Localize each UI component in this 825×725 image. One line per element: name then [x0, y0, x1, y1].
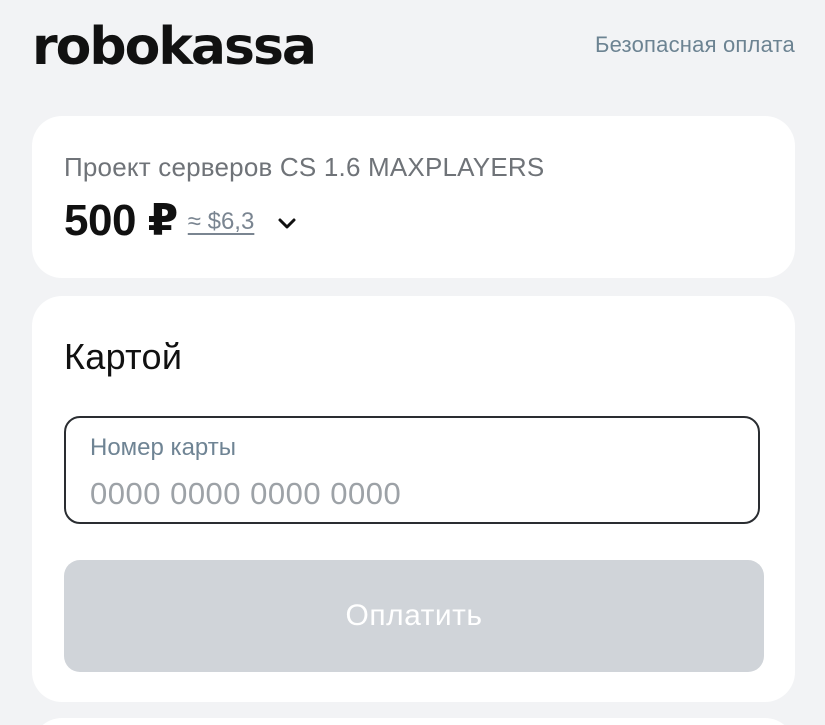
card-number-label: Номер карты [90, 434, 236, 461]
chevron-down-icon[interactable] [276, 212, 298, 234]
payment-page: robokassa Безопасная оплата Проект серве… [0, 0, 825, 725]
payment-method-card: Картой Номер карты Оплатить [32, 296, 795, 702]
header: robokassa Безопасная оплата [32, 17, 795, 77]
next-section-card [32, 718, 795, 725]
card-number-input[interactable] [88, 474, 732, 514]
currency-approx-link[interactable]: ≈ $6,3 [188, 208, 255, 236]
secure-payment-link[interactable]: Безопасная оплата [595, 32, 795, 58]
pay-button[interactable]: Оплатить [64, 560, 764, 672]
order-title: Проект серверов CS 1.6 MAXPLAYERS [64, 152, 545, 182]
order-summary-card: Проект серверов CS 1.6 MAXPLAYERS 500 ₽ … [32, 116, 795, 278]
robokassa-logo: robokassa [32, 17, 317, 77]
amount-row: 500 ₽ ≈ $6,3 [64, 192, 298, 248]
order-amount: 500 ₽ [64, 195, 178, 245]
payment-method-title: Картой [64, 336, 183, 377]
card-number-field[interactable]: Номер карты [64, 416, 760, 524]
